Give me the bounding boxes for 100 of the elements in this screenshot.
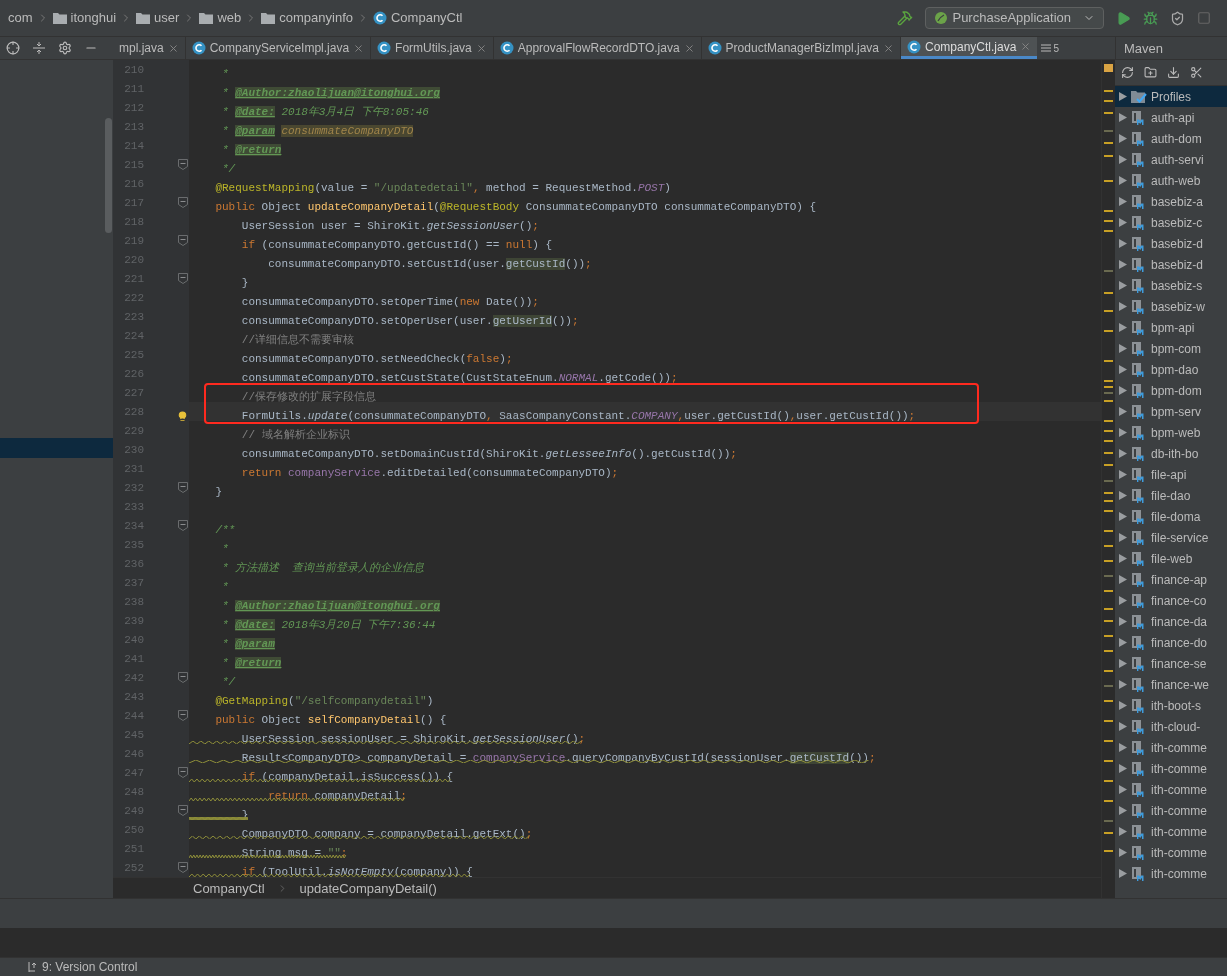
expand-arrow-icon[interactable] — [1119, 428, 1127, 438]
fold-icon[interactable] — [178, 482, 188, 494]
expand-arrow-icon[interactable] — [1119, 281, 1127, 291]
maven-tree-item[interactable]: finance-se — [1115, 653, 1227, 675]
maven-tree-item[interactable]: finance-do — [1115, 632, 1227, 654]
maven-tree-item[interactable]: bpm-com — [1115, 338, 1227, 360]
maven-tree-item[interactable]: file-doma — [1115, 506, 1227, 528]
expand-arrow-icon[interactable] — [1119, 554, 1127, 564]
maven-tree-item[interactable]: auth-servi — [1115, 149, 1227, 171]
close-icon[interactable] — [475, 42, 487, 54]
maven-tree-item[interactable]: bpm-api — [1115, 317, 1227, 339]
expand-arrow-icon[interactable] — [1119, 260, 1127, 270]
expand-arrow-icon[interactable] — [1119, 617, 1127, 627]
maven-tree-item[interactable]: bpm-serv — [1115, 401, 1227, 423]
fold-icon[interactable] — [178, 235, 188, 247]
expand-arrow-icon[interactable] — [1119, 176, 1127, 186]
maven-tree-item[interactable]: ith-comme — [1115, 779, 1227, 801]
expand-arrow-icon[interactable] — [1119, 239, 1127, 249]
maven-tree-item[interactable]: bpm-dom — [1115, 380, 1227, 402]
breadcrumb-item[interactable]: companyinfo — [279, 8, 353, 28]
expand-arrow-icon[interactable] — [1119, 722, 1127, 732]
expand-arrow-icon[interactable] — [1119, 701, 1127, 711]
expand-arrow-icon[interactable] — [1119, 512, 1127, 522]
locate-icon[interactable] — [6, 41, 20, 56]
editor-tab[interactable]: FormUtils.java — [371, 37, 494, 60]
maven-tree-item[interactable]: ith-comme — [1115, 821, 1227, 843]
maven-tree-item[interactable]: finance-co — [1115, 590, 1227, 612]
expand-arrow-icon[interactable] — [1119, 596, 1127, 606]
maven-tree-item[interactable]: basebiz-s — [1115, 275, 1227, 297]
expand-arrow-icon[interactable] — [1119, 785, 1127, 795]
expand-arrow-icon[interactable] — [1119, 218, 1127, 228]
editor-tab[interactable]: CompanyCtl.java — [901, 37, 1038, 60]
maven-tree-item[interactable]: bpm-dao — [1115, 359, 1227, 381]
editor-tab[interactable]: CompanyServiceImpl.java — [185, 37, 372, 60]
fold-icon[interactable] — [178, 862, 188, 874]
expand-arrow-icon[interactable] — [1119, 155, 1127, 165]
expand-arrow-icon[interactable] — [1119, 869, 1127, 879]
maven-tree-item[interactable]: ith-comme — [1115, 758, 1227, 780]
maven-tree-item[interactable]: basebiz-c — [1115, 212, 1227, 234]
close-icon[interactable] — [683, 42, 695, 54]
close-icon[interactable] — [1020, 41, 1032, 53]
close-icon[interactable] — [883, 42, 894, 54]
expand-arrow-icon[interactable] — [1119, 386, 1127, 396]
fold-icon[interactable] — [178, 159, 188, 171]
maven-tree-item[interactable]: auth-web — [1115, 170, 1227, 192]
expand-arrow-icon[interactable] — [1119, 197, 1127, 207]
lightbulb-icon[interactable] — [176, 411, 189, 424]
maven-tree-item[interactable]: basebiz-a — [1115, 191, 1227, 213]
expand-arrow-icon[interactable] — [1119, 806, 1127, 816]
refresh-icon[interactable] — [1121, 66, 1134, 80]
maven-tree-item[interactable]: file-dao — [1115, 485, 1227, 507]
maven-tree-item[interactable]: ith-comme — [1115, 863, 1227, 885]
maven-tree-item[interactable]: basebiz-d — [1115, 233, 1227, 255]
expand-arrow-icon[interactable] — [1119, 323, 1127, 333]
maven-tree-item[interactable]: basebiz-w — [1115, 296, 1227, 318]
maven-tree-item[interactable]: ith-comme — [1115, 737, 1227, 759]
expand-arrow-icon[interactable] — [1119, 491, 1127, 501]
maven-tree-item[interactable]: finance-we — [1115, 674, 1227, 696]
expand-arrow-icon[interactable] — [1119, 113, 1127, 123]
download-icon[interactable] — [1167, 66, 1180, 80]
maven-tree-item[interactable]: file-web — [1115, 548, 1227, 570]
expand-arrow-icon[interactable] — [1119, 764, 1127, 774]
maven-tree-item[interactable]: auth-dom — [1115, 128, 1227, 150]
scrollbar-thumb[interactable] — [105, 118, 112, 234]
breadcrumb-item[interactable]: web — [217, 8, 242, 28]
expand-arrow-icon[interactable] — [1119, 680, 1127, 690]
maven-tree-item[interactable]: Profiles — [1115, 86, 1227, 108]
expand-arrow-icon[interactable] — [1119, 575, 1127, 585]
maven-tree-item[interactable]: file-api — [1115, 464, 1227, 486]
tool-window-button[interactable]: 9: Version Control — [42, 958, 138, 976]
close-icon[interactable] — [167, 42, 179, 54]
maven-tree-item[interactable]: bpm-web — [1115, 422, 1227, 444]
maven-tree-item[interactable]: ith-cloud- — [1115, 716, 1227, 738]
breadcrumb-item[interactable]: user — [154, 8, 180, 28]
expand-arrow-icon[interactable] — [1119, 533, 1127, 543]
fold-icon[interactable] — [178, 710, 188, 722]
run-configuration-dropdown[interactable]: PurchaseApplication — [925, 7, 1104, 30]
expand-arrow-icon[interactable] — [1119, 134, 1127, 144]
tab-list-icon[interactable] — [1041, 43, 1052, 54]
expand-arrow-icon[interactable] — [1119, 659, 1127, 669]
breadcrumb-item[interactable]: com — [8, 8, 33, 28]
maven-tree-item[interactable]: file-service — [1115, 527, 1227, 549]
add-folder-icon[interactable] — [1144, 66, 1157, 80]
maven-tree-item[interactable]: auth-api — [1115, 107, 1227, 129]
maven-tree-item[interactable]: ith-comme — [1115, 800, 1227, 822]
breadcrumb-item[interactable]: updateCompanyDetail() — [299, 878, 437, 899]
fold-icon[interactable] — [178, 672, 188, 684]
expand-arrow-icon[interactable] — [1119, 365, 1127, 375]
collapse-icon[interactable] — [32, 41, 46, 56]
expand-arrow-icon[interactable] — [1119, 449, 1127, 459]
tab-overflow-count[interactable]: 5 — [1053, 40, 1059, 56]
expand-arrow-icon[interactable] — [1119, 743, 1127, 753]
maven-tree-item[interactable]: finance-ap — [1115, 569, 1227, 591]
fold-icon[interactable] — [178, 520, 188, 532]
coverage-icon[interactable] — [1170, 10, 1185, 26]
breadcrumb-item[interactable]: itonghui — [70, 8, 117, 28]
scissors-icon[interactable] — [1190, 66, 1203, 80]
fold-icon[interactable] — [178, 805, 188, 817]
expand-arrow-icon[interactable] — [1119, 92, 1127, 102]
maven-tree-item[interactable]: ith-comme — [1115, 842, 1227, 864]
